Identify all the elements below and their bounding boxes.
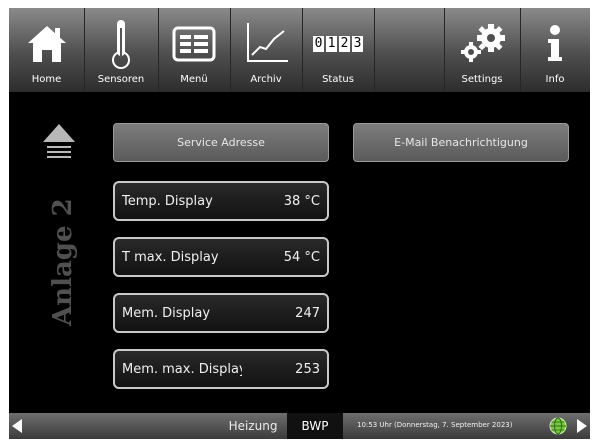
tab-heizung[interactable]: Heizung [223, 413, 283, 439]
toolbar-info-label: Info [545, 74, 565, 85]
counter-digit: 1 [326, 36, 337, 52]
top-toolbar: Home Sensoren Menü Archiv 0 1 2 3 Status… [9, 8, 590, 92]
up-arrow-button[interactable] [41, 122, 77, 162]
bottom-bar: Heizung BWP 10:53 Uhr (Donnerstag, 7. Se… [9, 413, 590, 439]
temp-display-field[interactable]: Temp. Display 38 °C [113, 181, 329, 221]
email-notification-button-label: E-Mail Benachrichtigung [394, 136, 528, 149]
toolbar-status-label: Status [322, 74, 354, 85]
up-arrow-icon [43, 124, 75, 158]
toolbar-empty-slot [374, 8, 445, 92]
menu-list-icon [158, 16, 230, 72]
field-name: T max. Display [122, 250, 219, 265]
counter-digit: 0 [313, 36, 324, 52]
datetime-text: 10:53 Uhr (Donnerstag, 7. September 2023… [357, 421, 513, 429]
mem-max-display-field[interactable]: Mem. max. Display 253 [113, 349, 329, 389]
chart-line-icon [230, 16, 302, 72]
toolbar-menu[interactable]: Menü [158, 8, 231, 92]
counter-digit: 3 [352, 36, 363, 52]
globe-icon[interactable] [549, 417, 567, 435]
toolbar-archiv-label: Archiv [250, 74, 282, 85]
tmax-display-field[interactable]: T max. Display 54 °C [113, 237, 329, 277]
field-value: 38 °C [283, 194, 320, 209]
toolbar-info[interactable]: Info [520, 8, 590, 92]
tab-bwp-label: BWP [301, 419, 329, 433]
field-name: Temp. Display [122, 194, 213, 209]
field-value: 54 °C [283, 250, 320, 265]
anlage-label: Anlage 2 [31, 198, 91, 328]
field-name: Mem. Display [122, 306, 211, 321]
field-name: Mem. max. Display [122, 362, 242, 377]
anlage-label-text: Anlage 2 [48, 198, 78, 327]
field-value: 253 [295, 362, 320, 377]
app-screen: Home Sensoren Menü Archiv 0 1 2 3 Status… [9, 8, 590, 439]
toolbar-archiv[interactable]: Archiv [230, 8, 303, 92]
toolbar-sensoren[interactable]: Sensoren [84, 8, 159, 92]
service-address-button-label: Service Adresse [177, 136, 265, 149]
toolbar-home-label: Home [31, 74, 62, 85]
counter-digit: 2 [339, 36, 350, 52]
main-content: Anlage 2 Service Adresse E-Mail Benachri… [9, 92, 590, 413]
counter-icon: 0 1 2 3 [302, 16, 374, 72]
thermometer-icon [84, 16, 158, 72]
mem-display-field[interactable]: Mem. Display 247 [113, 293, 329, 333]
info-icon [520, 16, 590, 72]
toolbar-settings[interactable]: Settings [444, 8, 521, 92]
toolbar-menu-label: Menü [180, 74, 208, 85]
home-icon [9, 16, 84, 72]
email-notification-button[interactable]: E-Mail Benachrichtigung [353, 123, 569, 162]
tab-bwp[interactable]: BWP [287, 413, 343, 439]
toolbar-status[interactable]: 0 1 2 3 Status [302, 8, 375, 92]
left-arrow-icon[interactable] [12, 419, 22, 433]
tab-heizung-label: Heizung [228, 419, 278, 433]
toolbar-sensoren-label: Sensoren [97, 74, 145, 85]
service-address-button[interactable]: Service Adresse [113, 123, 329, 162]
gears-icon [444, 16, 520, 72]
toolbar-home[interactable]: Home [9, 8, 85, 92]
toolbar-settings-label: Settings [461, 74, 503, 85]
right-arrow-icon[interactable] [577, 419, 587, 433]
field-value: 247 [295, 306, 320, 321]
